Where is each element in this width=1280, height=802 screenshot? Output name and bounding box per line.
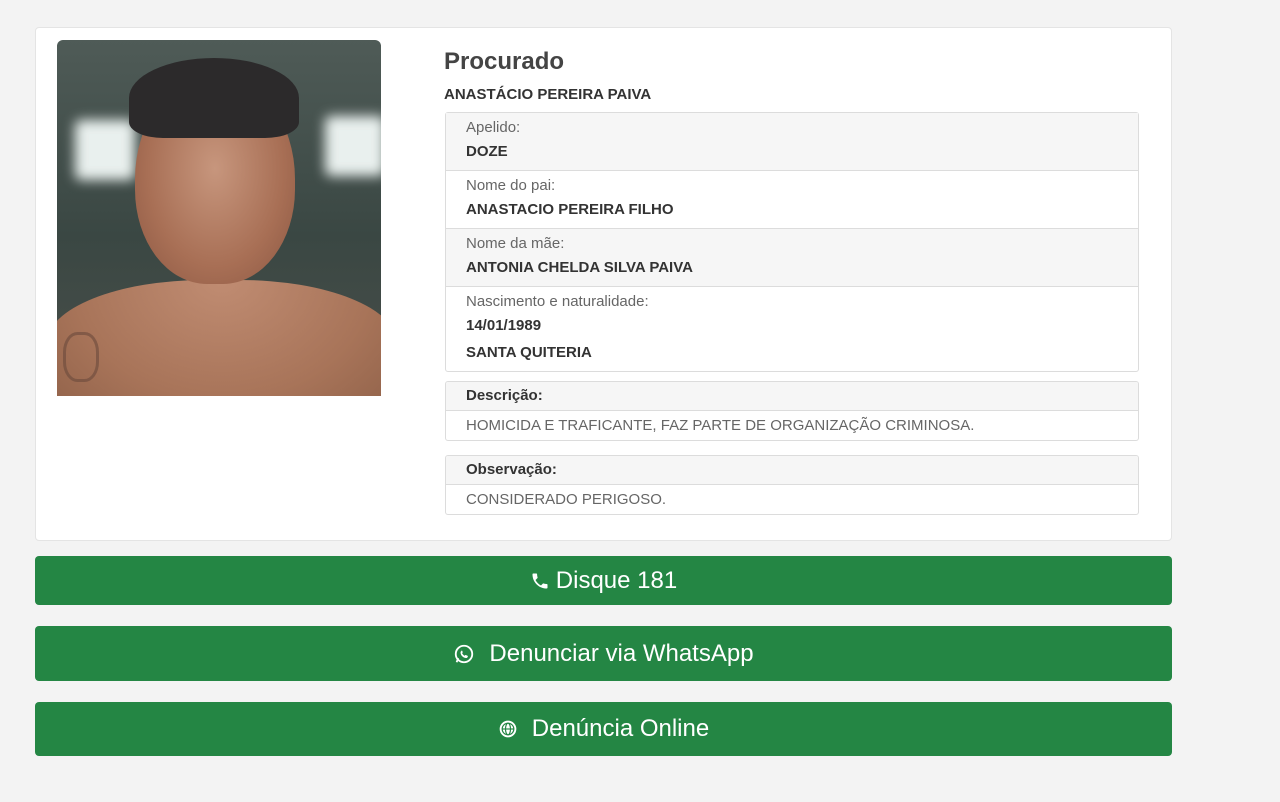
father-row: Nome do pai: ANASTACIO PEREIRA FILHO	[446, 171, 1138, 229]
father-value: ANASTACIO PEREIRA FILHO	[466, 201, 674, 218]
description-label: Descrição:	[446, 382, 1138, 411]
nickname-value: DOZE	[466, 143, 508, 160]
observation-panel: Observação: CONSIDERADO PERIGOSO.	[445, 455, 1139, 515]
observation-label: Observação:	[446, 456, 1138, 485]
nickname-row: Apelido: DOZE	[446, 113, 1138, 171]
birth-label: Nascimento e naturalidade:	[466, 293, 649, 310]
mother-row: Nome da mãe: ANTONIA CHELDA SILVA PAIVA	[446, 229, 1138, 287]
whatsapp-report-button[interactable]: Denunciar via WhatsApp	[35, 626, 1172, 681]
phone-icon	[530, 571, 550, 591]
father-label: Nome do pai:	[466, 177, 556, 194]
birth-row: Nascimento e naturalidade: 14/01/1989 SA…	[446, 287, 1138, 371]
suspect-name: ANASTÁCIO PEREIRA PAIVA	[444, 86, 652, 103]
mother-value: ANTONIA CHELDA SILVA PAIVA	[466, 259, 693, 276]
online-report-label: Denúncia Online	[531, 715, 710, 742]
call-181-label: Disque 181	[555, 566, 678, 594]
birth-date-value: 14/01/1989	[466, 317, 542, 334]
nickname-label: Apelido:	[466, 119, 521, 136]
birth-place-value: SANTA QUITERIA	[466, 344, 592, 361]
description-panel: Descrição: HOMICIDA E TRAFICANTE, FAZ PA…	[445, 381, 1139, 441]
details-list: Apelido: DOZE Nome do pai: ANASTACIO PER…	[445, 112, 1139, 372]
wanted-card: Procurado ANASTÁCIO PEREIRA PAIVA Apelid…	[35, 27, 1172, 541]
online-report-button[interactable]: Denúncia Online	[35, 702, 1172, 756]
whatsapp-icon	[453, 643, 475, 665]
suspect-photo	[57, 40, 381, 396]
call-181-button[interactable]: Disque 181	[35, 556, 1172, 605]
globe-icon	[498, 719, 518, 739]
observation-text: CONSIDERADO PERIGOSO.	[466, 491, 667, 508]
description-text: HOMICIDA E TRAFICANTE, FAZ PARTE DE ORGA…	[466, 417, 975, 434]
whatsapp-report-label: Denunciar via WhatsApp	[489, 639, 754, 667]
mother-label: Nome da mãe:	[466, 235, 565, 252]
status-title: Procurado	[444, 48, 565, 75]
